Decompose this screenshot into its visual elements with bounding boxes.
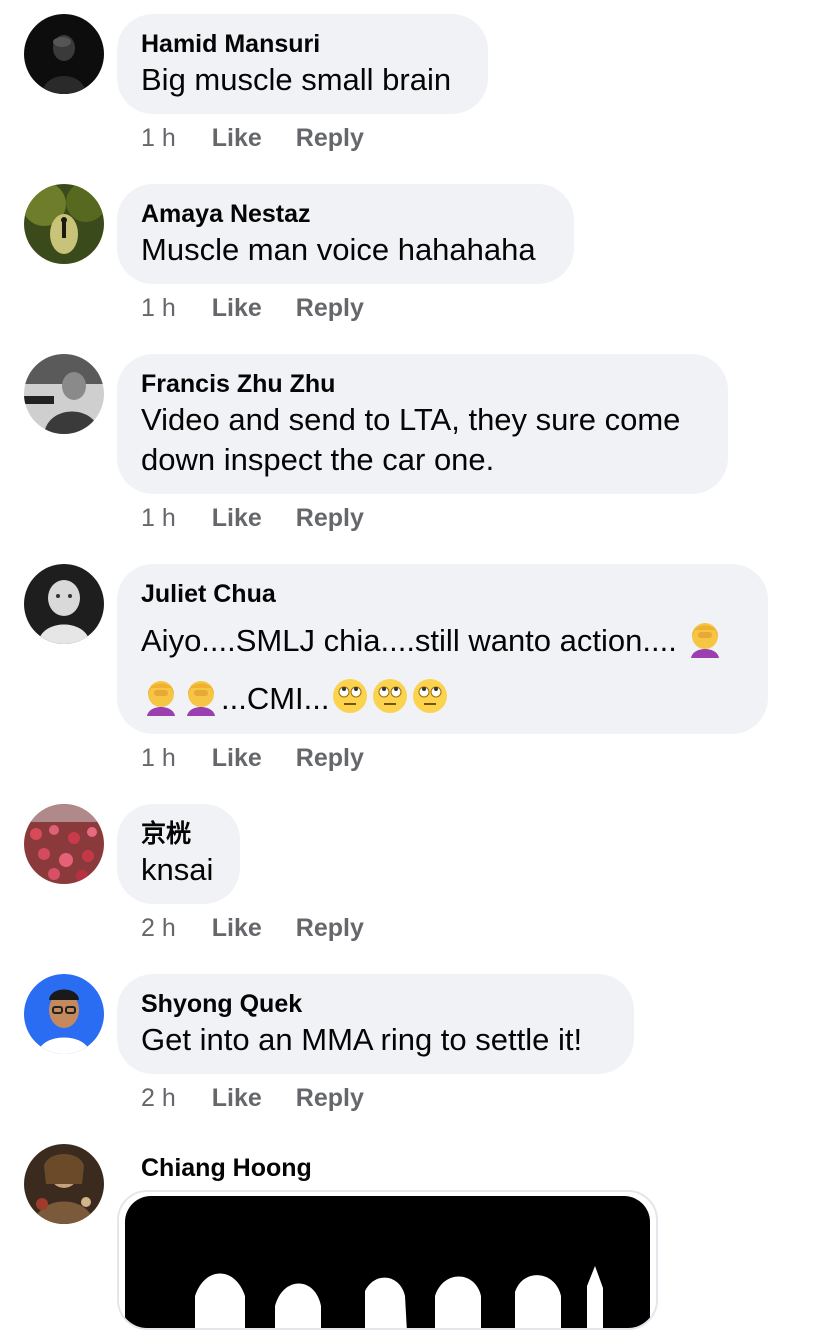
comment-item: 京桄 knsai 2 h Like Reply bbox=[0, 804, 827, 944]
comment-time[interactable]: 1 h bbox=[141, 294, 176, 323]
comment-author[interactable]: Francis Zhu Zhu bbox=[141, 368, 704, 400]
comment-meta: 1 h Like Reply bbox=[141, 744, 364, 773]
comment-item: Amaya Nestaz Muscle man voice hahahaha 1… bbox=[0, 184, 827, 324]
comment-meta: 1 h Like Reply bbox=[141, 504, 364, 533]
woman-facepalming-icon bbox=[685, 618, 725, 668]
avatar[interactable] bbox=[24, 14, 104, 94]
comment-bubble: 京桄 knsai bbox=[117, 804, 240, 904]
comment-item: Hamid Mansuri Big muscle small brain 1 h… bbox=[0, 14, 827, 154]
comment-text-part: ...CMI... bbox=[221, 681, 330, 717]
comment-bubble: Shyong Quek Get into an MMA ring to sett… bbox=[117, 974, 634, 1074]
comment-meta: 2 h Like Reply bbox=[141, 914, 364, 943]
like-button[interactable]: Like bbox=[212, 504, 262, 533]
comment-meta: 2 h Like Reply bbox=[141, 1084, 364, 1113]
reply-button[interactable]: Reply bbox=[296, 914, 364, 943]
comment-text: Muscle man voice hahahaha bbox=[141, 232, 536, 267]
reply-button[interactable]: Reply bbox=[296, 744, 364, 773]
image-content bbox=[125, 1196, 650, 1328]
comment-item: Shyong Quek Get into an MMA ring to sett… bbox=[0, 974, 827, 1114]
comment-meta: 1 h Like Reply bbox=[141, 124, 364, 153]
like-button[interactable]: Like bbox=[212, 1084, 262, 1113]
avatar[interactable] bbox=[24, 974, 104, 1054]
avatar[interactable] bbox=[24, 354, 104, 434]
comment-item: Juliet Chua Aiyo....SMLJ chia....still w… bbox=[0, 564, 827, 774]
like-button[interactable]: Like bbox=[212, 914, 262, 943]
like-button[interactable]: Like bbox=[212, 294, 262, 323]
comment-item: Francis Zhu Zhu Video and send to LTA, t… bbox=[0, 354, 827, 534]
comment-time[interactable]: 1 h bbox=[141, 504, 176, 533]
comment-bubble: Francis Zhu Zhu Video and send to LTA, t… bbox=[117, 354, 728, 494]
comment-bubble: Hamid Mansuri Big muscle small brain bbox=[117, 14, 488, 114]
avatar[interactable] bbox=[24, 1144, 104, 1224]
comment-image-attachment[interactable] bbox=[117, 1190, 658, 1330]
comment-text: Aiyo....SMLJ chia....still wanto action.… bbox=[141, 618, 744, 668]
woman-facepalming-icon bbox=[181, 676, 221, 726]
face-with-rolling-eyes-icon bbox=[330, 676, 370, 726]
avatar[interactable] bbox=[24, 564, 104, 644]
comment-author[interactable]: Shyong Quek bbox=[141, 988, 610, 1020]
reply-button[interactable]: Reply bbox=[296, 1084, 364, 1113]
comment-text: ...CMI... bbox=[141, 676, 744, 726]
like-button[interactable]: Like bbox=[212, 744, 262, 773]
comment-author[interactable]: 京桄 bbox=[141, 818, 216, 850]
avatar[interactable] bbox=[24, 184, 104, 264]
comment-time[interactable]: 2 h bbox=[141, 1084, 176, 1113]
comment-time[interactable]: 1 h bbox=[141, 124, 176, 153]
face-with-rolling-eyes-icon bbox=[410, 676, 450, 726]
reply-button[interactable]: Reply bbox=[296, 504, 364, 533]
comment-text: knsai bbox=[141, 852, 214, 887]
comment-author[interactable]: Chiang Hoong bbox=[141, 1152, 312, 1184]
comment-text-part: Aiyo....SMLJ chia....still wanto action.… bbox=[141, 623, 677, 659]
comment-meta: 1 h Like Reply bbox=[141, 294, 364, 323]
reply-button[interactable]: Reply bbox=[296, 124, 364, 153]
like-button[interactable]: Like bbox=[212, 124, 262, 153]
face-with-rolling-eyes-icon bbox=[370, 676, 410, 726]
comment-text: down inspect the car one. bbox=[141, 442, 495, 477]
comment-time[interactable]: 1 h bbox=[141, 744, 176, 773]
image-graphic bbox=[195, 1266, 603, 1328]
comment-bubble: Juliet Chua Aiyo....SMLJ chia....still w… bbox=[117, 564, 768, 734]
comment-text: Get into an MMA ring to settle it! bbox=[141, 1022, 583, 1057]
reply-button[interactable]: Reply bbox=[296, 294, 364, 323]
avatar[interactable] bbox=[24, 804, 104, 884]
comment-time[interactable]: 2 h bbox=[141, 914, 176, 943]
woman-facepalming-icon bbox=[141, 676, 181, 726]
comment-text: Big muscle small brain bbox=[141, 62, 452, 97]
comment-bubble: Amaya Nestaz Muscle man voice hahahaha bbox=[117, 184, 574, 284]
comment-author[interactable]: Hamid Mansuri bbox=[141, 28, 464, 60]
comment-text: Video and send to LTA, they sure come bbox=[141, 402, 681, 437]
comment-author[interactable]: Juliet Chua bbox=[141, 578, 744, 610]
comment-author[interactable]: Amaya Nestaz bbox=[141, 198, 550, 230]
